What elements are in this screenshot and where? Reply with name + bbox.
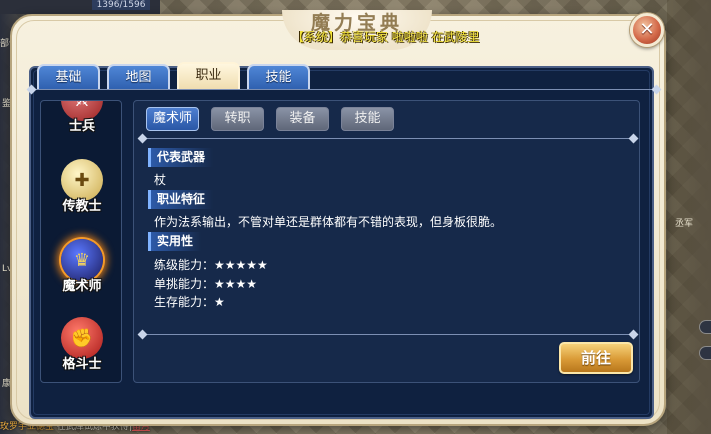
class-item-soldier[interactable]: ⚔ 士兵 <box>41 101 121 157</box>
tab-profession[interactable]: 职业 <box>177 62 240 90</box>
trait-heading: 职业特征 <box>148 190 214 209</box>
subtab-skills[interactable]: 技能 <box>341 107 394 131</box>
npc-name-label: 丞军 <box>675 219 694 229</box>
close-button[interactable]: ✕ <box>630 13 664 47</box>
main-tab-bar: 基础 地图 职业 技能 <box>37 62 310 90</box>
content-divider-bottom <box>137 329 639 340</box>
close-icon: ✕ <box>639 19 655 40</box>
side-expand-button[interactable] <box>699 320 711 334</box>
subtab-equipment[interactable]: 装备 <box>276 107 329 131</box>
class-item-mage[interactable]: ♛ 魔术师 <box>41 239 121 317</box>
class-detail-panel: 魔术师 转职 装备 技能 代表武器 杖 职业特征 作为法系输出，不管对单还是群体… <box>133 100 640 383</box>
subtab-overview[interactable]: 魔术师 <box>146 107 199 131</box>
class-item-label: 传教士 <box>62 199 102 214</box>
tab-basics[interactable]: 基础 <box>37 64 100 90</box>
practical-heading: 实用性 <box>148 232 202 251</box>
class-item-label: 士兵 <box>68 119 95 134</box>
weapon-value: 杖 <box>154 173 167 187</box>
class-item-fighter[interactable]: ✊ 格斗士 <box>41 317 121 382</box>
tab-map[interactable]: 地图 <box>107 64 170 90</box>
goto-button[interactable]: 前往 <box>559 342 633 374</box>
tab-skills[interactable]: 技能 <box>247 64 310 90</box>
rating-row-duel: 单挑能力：★★★★ <box>154 275 257 292</box>
trait-value: 作为法系输出，不管对单还是群体都有不错的表现，但身板很脆。 <box>154 215 503 229</box>
side-expand-button[interactable] <box>699 346 711 360</box>
rating-row-survival: 生存能力：★ <box>154 293 225 310</box>
star-rating: ★ <box>214 295 225 309</box>
star-rating: ★★★★ <box>214 277 258 291</box>
tab-divider <box>26 84 662 95</box>
rating-label: 单挑能力： <box>154 277 215 291</box>
class-item-priest[interactable]: ✚ 传教士 <box>41 159 121 237</box>
weapon-heading: 代表武器 <box>148 148 214 167</box>
sub-tab-bar: 魔术师 转职 装备 技能 <box>146 107 394 131</box>
hp-readout: 1396/1596 <box>92 0 150 10</box>
class-item-label: 魔术师 <box>62 279 102 294</box>
content-divider-top <box>137 133 639 144</box>
subtab-advance[interactable]: 转职 <box>211 107 264 131</box>
rating-label: 练级能力： <box>154 258 215 272</box>
system-announcement: 【系统】恭喜玩家 啦啦啦 在武陵里 <box>292 30 480 44</box>
class-item-label: 格斗士 <box>62 357 102 372</box>
rating-row-leveling: 练级能力：★★★★★ <box>154 256 268 273</box>
class-list: ⚔ 士兵 ✚ 传教士 ♛ 魔术师 ✊ 格斗士 <box>40 100 122 383</box>
star-rating: ★★★★★ <box>214 258 268 272</box>
rating-label: 生存能力： <box>154 295 215 309</box>
